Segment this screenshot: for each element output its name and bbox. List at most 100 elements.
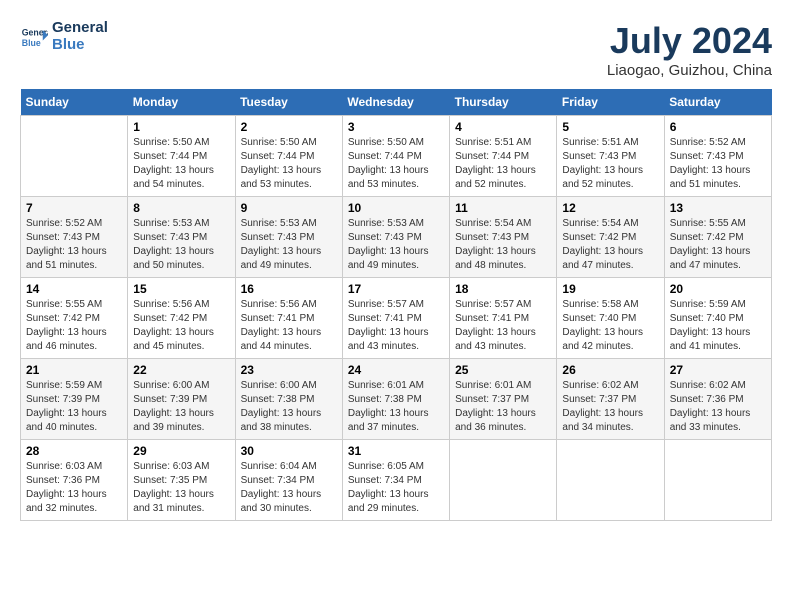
calendar-cell: 11 Sunrise: 5:54 AMSunset: 7:43 PMDayligh… (450, 197, 557, 278)
title-block: July 2024 Liaogao, Guizhou, China (607, 20, 772, 79)
day-info: Sunrise: 6:00 AMSunset: 7:38 PMDaylight:… (241, 379, 337, 435)
day-number: 1 (133, 120, 229, 134)
day-info: Sunrise: 5:53 AMSunset: 7:43 PMDaylight:… (241, 217, 337, 273)
calendar-cell: 27 Sunrise: 6:02 AMSunset: 7:36 PMDayligh… (664, 359, 771, 440)
calendar-cell: 2 Sunrise: 5:50 AMSunset: 7:44 PMDaylight… (235, 116, 342, 197)
calendar-cell: 19 Sunrise: 5:58 AMSunset: 7:40 PMDayligh… (557, 278, 664, 359)
day-info: Sunrise: 6:05 AMSunset: 7:34 PMDaylight:… (348, 460, 444, 516)
calendar-cell: 31 Sunrise: 6:05 AMSunset: 7:34 PMDayligh… (342, 440, 449, 521)
calendar-cell: 22Sunrise: 6:00 AMSunset: 7:39 PMDayligh… (128, 359, 235, 440)
day-info: Sunrise: 6:04 AMSunset: 7:34 PMDaylight:… (241, 460, 337, 516)
day-info: Sunrise: 6:02 AMSunset: 7:37 PMDaylight:… (562, 379, 658, 435)
day-info: Sunrise: 5:51 AMSunset: 7:44 PMDaylight:… (455, 136, 551, 192)
calendar-cell: 17 Sunrise: 5:57 AMSunset: 7:41 PMDayligh… (342, 278, 449, 359)
day-number: 5 (562, 120, 658, 134)
day-number: 4 (455, 120, 551, 134)
day-info: Sunrise: 5:53 AMSunset: 7:43 PMDaylight:… (348, 217, 444, 273)
calendar-cell: 29 Sunrise: 6:03 AMSunset: 7:35 PMDayligh… (128, 440, 235, 521)
day-number: 25 (455, 363, 551, 377)
day-info: Sunrise: 6:03 AMSunset: 7:35 PMDaylight:… (133, 460, 229, 516)
calendar-cell (557, 440, 664, 521)
day-number: 30 (241, 444, 337, 458)
calendar-cell: 3Sunrise: 5:50 AMSunset: 7:44 PMDaylight… (342, 116, 449, 197)
day-info: Sunrise: 5:54 AMSunset: 7:42 PMDaylight:… (562, 217, 658, 273)
day-number: 7 (26, 201, 122, 215)
calendar-cell: 18 Sunrise: 5:57 AMSunset: 7:41 PMDayligh… (450, 278, 557, 359)
page-header: General Blue General Blue July 2024 Liao… (20, 20, 772, 79)
day-number: 31 (348, 444, 444, 458)
weekday-header-thursday: Thursday (450, 89, 557, 116)
calendar-cell: 6 Sunrise: 5:52 AMSunset: 7:43 PMDaylight… (664, 116, 771, 197)
logo-line2: Blue (52, 37, 108, 54)
day-number: 28 (26, 444, 122, 458)
day-info: Sunrise: 6:01 AMSunset: 7:37 PMDaylight:… (455, 379, 551, 435)
calendar-cell: 15Sunrise: 5:56 AMSunset: 7:42 PMDayligh… (128, 278, 235, 359)
day-info: Sunrise: 5:50 AMSunset: 7:44 PMDaylight:… (348, 136, 444, 192)
weekday-header-saturday: Saturday (664, 89, 771, 116)
day-info: Sunrise: 6:01 AMSunset: 7:38 PMDaylight:… (348, 379, 444, 435)
day-number: 6 (670, 120, 766, 134)
day-info: Sunrise: 6:03 AMSunset: 7:36 PMDaylight:… (26, 460, 122, 516)
calendar-cell: 20 Sunrise: 5:59 AMSunset: 7:40 PMDayligh… (664, 278, 771, 359)
day-info: Sunrise: 5:54 AMSunset: 7:43 PMDaylight:… (455, 217, 551, 273)
calendar-cell (664, 440, 771, 521)
weekday-header-sunday: Sunday (21, 89, 128, 116)
calendar-cell: 12 Sunrise: 5:54 AMSunset: 7:42 PMDayligh… (557, 197, 664, 278)
day-info: Sunrise: 5:53 AMSunset: 7:43 PMDaylight:… (133, 217, 229, 273)
weekday-header-row: SundayMondayTuesdayWednesdayThursdayFrid… (21, 89, 772, 116)
calendar-table: SundayMondayTuesdayWednesdayThursdayFrid… (20, 89, 772, 521)
day-number: 19 (562, 282, 658, 296)
day-number: 10 (348, 201, 444, 215)
calendar-cell: 16Sunrise: 5:56 AMSunset: 7:41 PMDayligh… (235, 278, 342, 359)
day-number: 2 (241, 120, 337, 134)
day-number: 11 (455, 201, 551, 215)
calendar-cell: 24 Sunrise: 6:01 AMSunset: 7:38 PMDayligh… (342, 359, 449, 440)
day-number: 8 (133, 201, 229, 215)
day-number: 21 (26, 363, 122, 377)
weekday-header-tuesday: Tuesday (235, 89, 342, 116)
day-info: Sunrise: 6:02 AMSunset: 7:36 PMDaylight:… (670, 379, 766, 435)
logo-icon: General Blue (20, 23, 48, 51)
calendar-cell: 21Sunrise: 5:59 AMSunset: 7:39 PMDayligh… (21, 359, 128, 440)
calendar-cell: 7 Sunrise: 5:52 AMSunset: 7:43 PMDaylight… (21, 197, 128, 278)
day-number: 12 (562, 201, 658, 215)
calendar-week-row: 14Sunrise: 5:55 AMSunset: 7:42 PMDayligh… (21, 278, 772, 359)
day-number: 29 (133, 444, 229, 458)
day-info: Sunrise: 5:52 AMSunset: 7:43 PMDaylight:… (670, 136, 766, 192)
calendar-cell: 14Sunrise: 5:55 AMSunset: 7:42 PMDayligh… (21, 278, 128, 359)
calendar-cell: 13Sunrise: 5:55 AMSunset: 7:42 PMDayligh… (664, 197, 771, 278)
logo: General Blue General Blue (20, 20, 108, 53)
day-info: Sunrise: 5:50 AMSunset: 7:44 PMDaylight:… (241, 136, 337, 192)
day-info: Sunrise: 5:58 AMSunset: 7:40 PMDaylight:… (562, 298, 658, 354)
day-number: 23 (241, 363, 337, 377)
day-number: 9 (241, 201, 337, 215)
day-number: 18 (455, 282, 551, 296)
calendar-cell: 30 Sunrise: 6:04 AMSunset: 7:34 PMDayligh… (235, 440, 342, 521)
day-info: Sunrise: 5:57 AMSunset: 7:41 PMDaylight:… (455, 298, 551, 354)
day-number: 20 (670, 282, 766, 296)
weekday-header-wednesday: Wednesday (342, 89, 449, 116)
day-number: 13 (670, 201, 766, 215)
calendar-cell: 1 Sunrise: 5:50 AMSunset: 7:44 PMDaylight… (128, 116, 235, 197)
day-info: Sunrise: 5:52 AMSunset: 7:43 PMDaylight:… (26, 217, 122, 273)
day-info: Sunrise: 5:50 AMSunset: 7:44 PMDaylight:… (133, 136, 229, 192)
day-info: Sunrise: 5:59 AMSunset: 7:40 PMDaylight:… (670, 298, 766, 354)
day-number: 17 (348, 282, 444, 296)
day-number: 24 (348, 363, 444, 377)
day-number: 27 (670, 363, 766, 377)
day-number: 15 (133, 282, 229, 296)
day-info: Sunrise: 5:51 AMSunset: 7:43 PMDaylight:… (562, 136, 658, 192)
calendar-cell: 5 Sunrise: 5:51 AMSunset: 7:43 PMDaylight… (557, 116, 664, 197)
svg-text:Blue: Blue (22, 37, 41, 47)
day-info: Sunrise: 5:57 AMSunset: 7:41 PMDaylight:… (348, 298, 444, 354)
calendar-week-row: 21Sunrise: 5:59 AMSunset: 7:39 PMDayligh… (21, 359, 772, 440)
calendar-cell: 25 Sunrise: 6:01 AMSunset: 7:37 PMDayligh… (450, 359, 557, 440)
weekday-header-monday: Monday (128, 89, 235, 116)
month-title: July 2024 (607, 20, 772, 62)
location: Liaogao, Guizhou, China (607, 62, 772, 79)
calendar-cell (21, 116, 128, 197)
calendar-cell: 9 Sunrise: 5:53 AMSunset: 7:43 PMDaylight… (235, 197, 342, 278)
calendar-cell (450, 440, 557, 521)
calendar-cell: 26Sunrise: 6:02 AMSunset: 7:37 PMDayligh… (557, 359, 664, 440)
day-info: Sunrise: 5:56 AMSunset: 7:41 PMDaylight:… (241, 298, 337, 354)
